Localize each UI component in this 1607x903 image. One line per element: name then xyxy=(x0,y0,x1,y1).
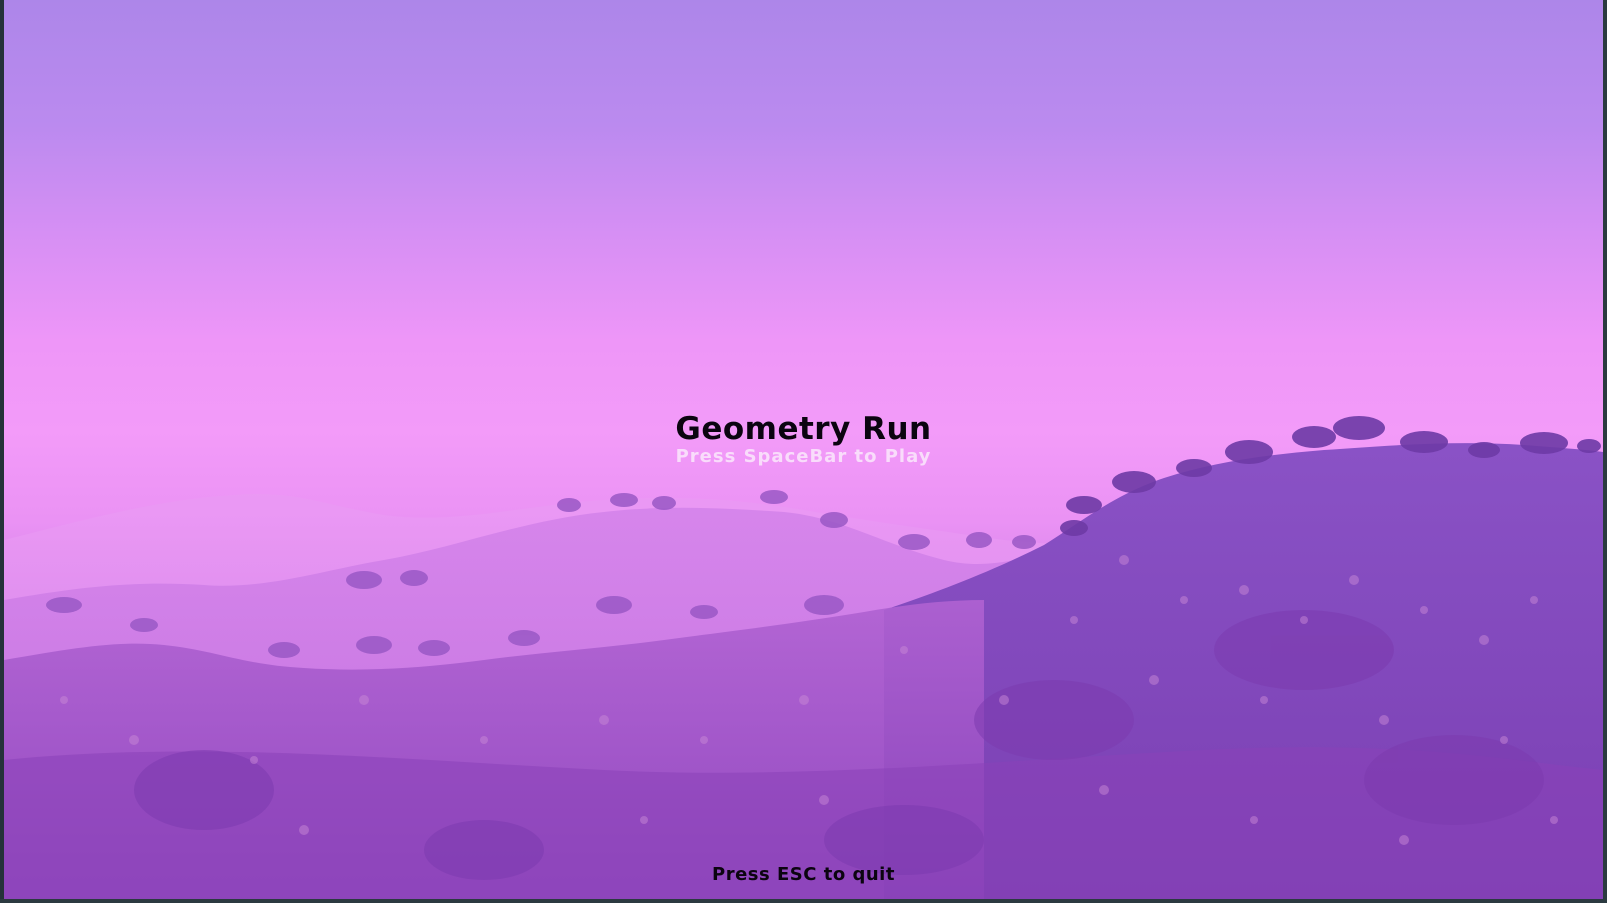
window-border-right xyxy=(1603,0,1607,903)
title-screen: Geometry Run Press SpaceBar to Play xyxy=(4,412,1603,468)
quit-prompt: Press ESC to quit xyxy=(712,864,895,885)
game-title: Geometry Run xyxy=(675,411,932,447)
game-viewport[interactable]: Geometry Run Press SpaceBar to Play Pres… xyxy=(4,0,1603,899)
window-border-bottom xyxy=(0,899,1607,903)
app-window: Geometry Run Press SpaceBar to Play Pres… xyxy=(0,0,1607,903)
play-prompt: Press SpaceBar to Play xyxy=(675,446,932,467)
